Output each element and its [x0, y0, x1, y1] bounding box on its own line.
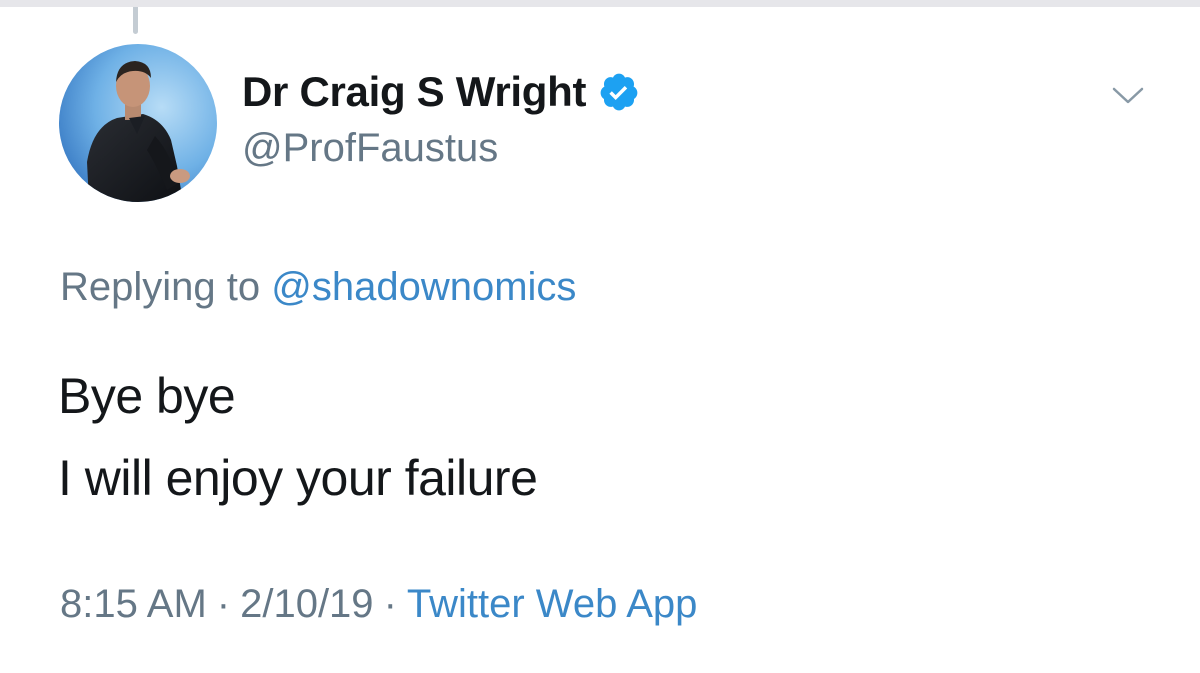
author-display-name[interactable]: Dr Craig S Wright: [242, 68, 586, 116]
meta-separator: ·: [383, 582, 397, 626]
meta-separator: ·: [216, 582, 231, 626]
tweet-metadata: 8:15 AM · 2/10/19 · Twitter Web App: [60, 582, 697, 627]
reply-handle-link[interactable]: @shadownomics: [271, 265, 576, 309]
tweet-time[interactable]: 8:15 AM: [60, 582, 207, 626]
tweet-text: Bye bye I will enjoy your failure: [58, 355, 538, 519]
tweet-line: I will enjoy your failure: [58, 450, 538, 506]
tweet-date[interactable]: 2/10/19: [240, 582, 373, 626]
author-name-row: Dr Craig S Wright: [242, 66, 640, 118]
tweet-line: Bye bye: [58, 368, 236, 424]
author-handle[interactable]: @ProfFaustus: [242, 126, 498, 171]
chevron-down-icon[interactable]: [1110, 84, 1146, 108]
thread-connector-line: [133, 7, 138, 34]
verified-badge-icon: [598, 71, 640, 113]
replying-to-line: Replying to @shadownomics: [60, 265, 576, 310]
avatar[interactable]: [59, 44, 217, 202]
tweet-source-link[interactable]: Twitter Web App: [407, 582, 698, 626]
replying-to-label: Replying to: [60, 265, 261, 309]
top-divider: [0, 0, 1200, 7]
